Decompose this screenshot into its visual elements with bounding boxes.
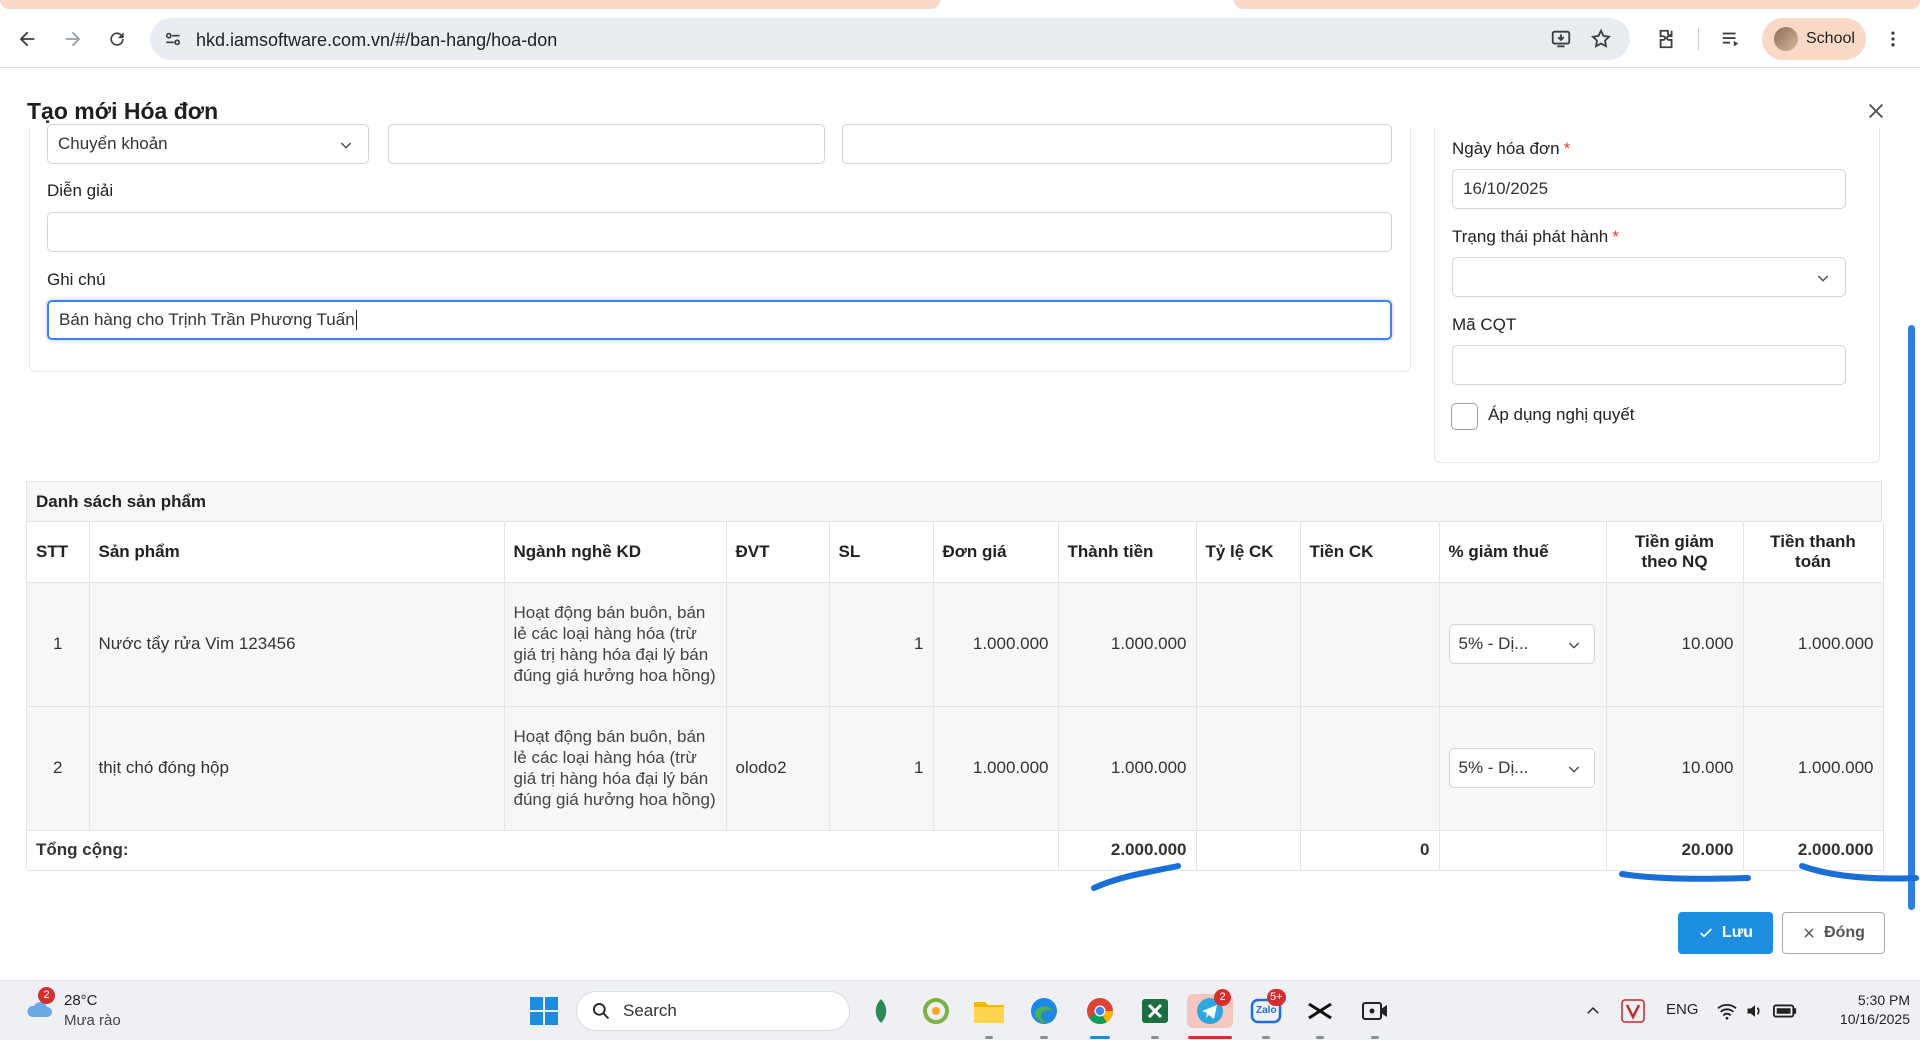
- check-icon: [1699, 928, 1712, 938]
- save-button-label: Lưu: [1721, 924, 1754, 941]
- file-explorer-icon[interactable]: [972, 994, 1006, 1028]
- pen-annotations: [1091, 863, 1919, 891]
- close-button[interactable]: Đóng: [1782, 912, 1885, 954]
- weather-widget[interactable]: 2 28°C Mưa rào: [22, 987, 142, 1033]
- edge-browser-icon[interactable]: [1027, 994, 1061, 1028]
- language-indicator[interactable]: ENG: [1666, 1001, 1699, 1018]
- running-indicator: [1040, 1036, 1048, 1039]
- annotation-stroke: [1619, 871, 1751, 882]
- windows-start-icon[interactable]: [527, 994, 561, 1028]
- video-recorder-icon[interactable]: [1358, 994, 1392, 1028]
- close-button-label: Đóng: [1824, 924, 1865, 941]
- excel-icon[interactable]: [1138, 994, 1172, 1028]
- clock-date: 10/16/2025: [1839, 1011, 1910, 1027]
- chevron-up-icon[interactable]: [1576, 994, 1610, 1028]
- telegram-badge: 2: [1214, 989, 1231, 1006]
- running-indicator: [1262, 1036, 1270, 1039]
- close-icon: [1804, 928, 1814, 938]
- running-indicator: [1316, 1036, 1324, 1039]
- running-indicator: [1371, 1036, 1379, 1039]
- system-clock[interactable]: 5:30 PM 10/16/2025: [1818, 991, 1910, 1029]
- volume-icon[interactable]: [1738, 994, 1772, 1028]
- vivaldi-icon[interactable]: [1616, 994, 1650, 1028]
- taskbar: 2 28°C Mưa rào Search 2 Zalo 5+ ENG 5:30…: [0, 980, 1920, 1040]
- annotation-stroke: [1799, 863, 1919, 882]
- chrome-browser-icon[interactable]: [1083, 994, 1117, 1028]
- taskbar-search[interactable]: Search: [576, 991, 850, 1031]
- annotation-stroke: [1091, 863, 1181, 891]
- active-indicator: [1090, 1036, 1110, 1039]
- running-indicator: [985, 1036, 993, 1039]
- colorful-app-icon[interactable]: [919, 994, 953, 1028]
- zalo-text: Zalo: [1256, 1005, 1277, 1016]
- save-button[interactable]: Lưu: [1678, 912, 1773, 954]
- weather-badge: 2: [38, 987, 55, 1004]
- search-placeholder: Search: [623, 1001, 677, 1020]
- capcut-icon[interactable]: [1303, 994, 1337, 1028]
- search-icon: [593, 1003, 610, 1020]
- zalo-badge: 5+: [1267, 989, 1286, 1006]
- active-indicator: [1188, 1036, 1232, 1039]
- clock-time: 5:30 PM: [1857, 992, 1910, 1008]
- running-indicator: [1151, 1036, 1159, 1039]
- battery-icon[interactable]: [1768, 994, 1802, 1028]
- leaf-app-icon[interactable]: [864, 994, 898, 1028]
- weather-condition: Mưa rào: [64, 1012, 121, 1029]
- weather-temp: 28°C: [64, 992, 98, 1009]
